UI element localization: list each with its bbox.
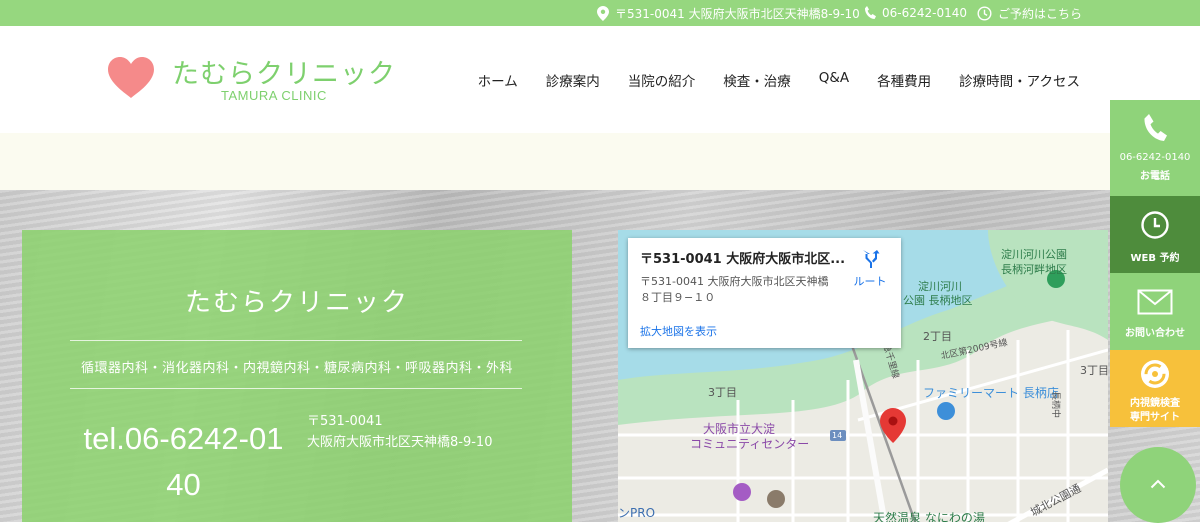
logo[interactable]: たむらクリニック TAMURA CLINIC (108, 54, 408, 114)
map-label-road14: 14 (832, 431, 843, 440)
sidebar-web-reservation-button[interactable]: WEB 予約 (1110, 196, 1200, 273)
sidebar-phone-button[interactable]: 06-6242-0140 お電話 (1110, 100, 1200, 196)
floating-sidebar: 06-6242-0140 お電話 WEB 予約 お問い合わせ 内視鏡検査 専門サ… (1110, 100, 1200, 427)
heart-icon (108, 57, 154, 98)
map-label-chome2: 2丁目 (923, 330, 952, 343)
directions-icon (863, 250, 880, 268)
divider (70, 388, 522, 389)
logo-english: TAMURA CLINIC (221, 88, 327, 103)
endoscopy-icon (1110, 358, 1200, 390)
location-pin-icon (597, 5, 609, 21)
logo-japanese: たむらクリニック (172, 59, 396, 90)
map-label-chome3b: 3丁目 (1080, 364, 1108, 377)
map-info-popup: 〒531-0041 大阪府大阪市北区... 〒531-0041 大阪府大阪市北区… (628, 238, 901, 348)
phone-icon (864, 6, 876, 19)
nav-fees[interactable]: 各種費用 (877, 70, 931, 90)
nav-hours-access[interactable]: 診療時間・アクセス (959, 70, 1080, 90)
sidebar-phone-number: 06-6242-0140 (1119, 152, 1191, 163)
popup-title: 〒531-0041 大阪府大阪市北区... (640, 252, 846, 267)
street-address: 大阪府大阪市北区天神橋8-9-10 (307, 435, 493, 450)
map-label-family-mart: ファミリーマート 長柄店 (923, 386, 1059, 400)
nav-medical-guide[interactable]: 診療案内 (546, 70, 600, 90)
clinic-address: 〒531-0041 大阪府大阪市北区天神橋8-9-10 (307, 411, 492, 453)
phone-item[interactable]: 06-6242-0140 (864, 0, 967, 26)
sidebar-endoscopy-button[interactable]: 内視鏡検査 専門サイト (1110, 350, 1200, 427)
nav-qa[interactable]: Q&A (819, 70, 849, 90)
postal-code: 〒531-0041 (307, 414, 383, 429)
route-button[interactable]: ルート (848, 248, 892, 289)
sidebar-web-label: WEB 予約 (1130, 253, 1180, 264)
map-label-park2b: 公園 長柄地区 (903, 294, 973, 307)
map-label-onsen: 天然温泉 なにわの湯 (873, 511, 985, 522)
reservation-link[interactable]: ご予約はこちら (977, 0, 1082, 26)
departments: 循環器内科・消化器内科・内視鏡内科・糖尿病内科・呼吸器内科・外科 (80, 361, 513, 376)
sidebar-endoscopy-line1: 内視鏡検査 (1130, 398, 1180, 409)
divider (70, 340, 522, 341)
address-item: 〒531-0041 大阪府大阪市北区天神橋8-9-10 (597, 0, 860, 26)
map-label-park1: 淀川河川公園 (1001, 248, 1067, 261)
clinic-name: たむらクリニック (184, 288, 409, 318)
view-larger-map-link[interactable]: 拡大地図を表示 (640, 323, 717, 339)
envelope-icon (1110, 289, 1200, 315)
clock-icon (977, 5, 992, 21)
sidebar-contact-label: お問い合わせ (1125, 328, 1185, 339)
sidebar-contact-button[interactable]: お問い合わせ (1110, 273, 1200, 350)
clock-icon (1110, 210, 1200, 240)
top-bar: 〒531-0041 大阪府大阪市北区天神橋8-9-10 06-6242-0140… (0, 0, 1200, 26)
clinic-tel[interactable]: tel.06-6242-0140 (76, 416, 291, 508)
cream-band (0, 133, 1200, 190)
map-label-nagara-naka: 長柄中 (1050, 390, 1061, 419)
reservation-text: ご予約はこちら (998, 6, 1083, 21)
access-section: たむらクリニック 循環器内科・消化器内科・内視鏡内科・糖尿病内科・呼吸器内科・外… (0, 190, 1200, 522)
phone-icon (1110, 114, 1200, 142)
clinic-info-box: たむらクリニック 循環器内科・消化器内科・内視鏡内科・糖尿病内科・呼吸器内科・外… (22, 230, 572, 522)
chevron-up-icon (1150, 479, 1166, 489)
map-label-chome3a: 3丁目 (708, 386, 737, 399)
map-label-park1b: 長柄河畔地区 (1001, 263, 1067, 276)
google-map[interactable]: 淀川河川公園 長柄河畔地区 淀川河川 公園 長柄地区 2丁目 北区第2009号線… (618, 230, 1108, 522)
nav-tests[interactable]: 検査・治療 (723, 70, 791, 90)
nav-home[interactable]: ホーム (478, 70, 518, 90)
popup-address: 〒531-0041 大阪府大阪市北区天神橋８丁目９−１０ (640, 275, 829, 304)
route-label: ルート (853, 275, 887, 288)
map-label-pro: ンPRO (618, 506, 656, 520)
phone-text: 06-6242-0140 (882, 6, 968, 20)
map-label-community2: コミュニティセンター (690, 437, 810, 451)
address-text: 〒531-0041 大阪府大阪市北区天神橋8-9-10 (615, 6, 860, 21)
nav-about[interactable]: 当院の紹介 (628, 70, 696, 90)
site-header: たむらクリニック TAMURA CLINIC ホーム 診療案内 当院の紹介 検査… (0, 26, 1200, 133)
main-nav: ホーム 診療案内 当院の紹介 検査・治療 Q&A 各種費用 診療時間・アクセス (478, 70, 1080, 90)
sidebar-phone-label: お電話 (1140, 171, 1170, 182)
sidebar-endoscopy-line2: 専門サイト (1130, 412, 1180, 423)
back-to-top-button[interactable] (1120, 447, 1196, 523)
